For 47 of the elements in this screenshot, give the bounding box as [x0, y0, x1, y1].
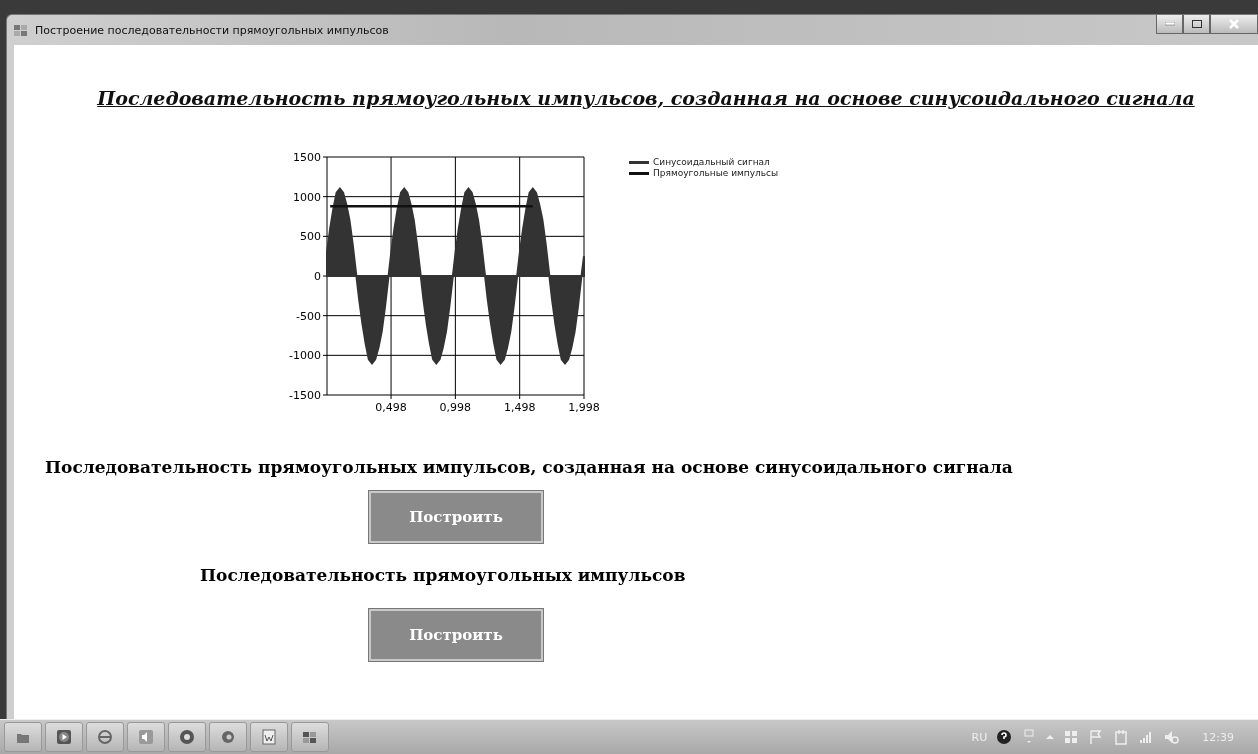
document-icon	[261, 729, 277, 745]
up-arrow-icon	[1046, 735, 1055, 739]
axis-label: 0,498	[375, 401, 407, 414]
taskbar-button[interactable]	[127, 722, 165, 752]
legend-label: Синусоидальный сигнал	[653, 157, 770, 167]
taskbar-button[interactable]	[86, 722, 124, 752]
build-button[interactable]: Построить	[369, 491, 543, 543]
taskbar-button[interactable]	[168, 722, 206, 752]
axis-label: 500	[300, 230, 321, 244]
start-button[interactable]	[4, 722, 42, 752]
build-button[interactable]: Построить	[369, 609, 543, 661]
taskbar-button[interactable]	[291, 722, 329, 752]
axis-label: 1,498	[503, 401, 536, 414]
maximize-button[interactable]	[1183, 15, 1210, 34]
minimize-icon	[1164, 22, 1175, 26]
axis-label: -1000	[289, 349, 321, 363]
legend-swatch	[629, 171, 649, 175]
close-icon	[1229, 19, 1239, 29]
window-title: Построение последовательности прямоугольных импульсов	[35, 23, 389, 37]
section-label: Последовательность прямоугольных импульсов, созданная на основе синусоидального сигнала	[45, 457, 1014, 477]
close-button[interactable]	[1210, 15, 1258, 34]
axis-label: -500	[296, 309, 321, 323]
globe-icon	[97, 729, 113, 745]
taskbar-button[interactable]	[209, 722, 247, 752]
speaker-icon	[138, 729, 154, 745]
clock[interactable]: 12:39	[1202, 730, 1234, 744]
axis-label: 1500	[293, 151, 321, 164]
section-label: Последовательность прямоугольных импульсов	[200, 565, 687, 585]
maximize-icon	[1191, 20, 1202, 28]
help-icon	[996, 729, 1013, 745]
grid-icon	[1063, 729, 1080, 745]
legend-swatch	[629, 160, 649, 164]
play-icon	[56, 729, 72, 745]
axis-label: 0	[314, 270, 321, 283]
minimize-button[interactable]	[1156, 15, 1183, 34]
taskbar-button[interactable]	[45, 722, 83, 752]
page-heading: Последовательность прямоугольных импульсов, созданная на основе синусоидального сигнала	[96, 87, 1196, 109]
axis-label: -1500	[289, 389, 321, 402]
legend-label: Прямоугольные импульсы	[653, 168, 779, 178]
axis-label: 1000	[293, 190, 321, 204]
muted-speaker-icon	[1163, 729, 1180, 745]
app-icon	[13, 22, 29, 38]
language-indicator[interactable]: RU	[971, 730, 988, 744]
taskbar-button[interactable]	[250, 722, 288, 752]
axis-label: 1,998	[568, 401, 600, 414]
axis-label: 0,998	[439, 401, 472, 414]
app-icon	[302, 729, 318, 745]
